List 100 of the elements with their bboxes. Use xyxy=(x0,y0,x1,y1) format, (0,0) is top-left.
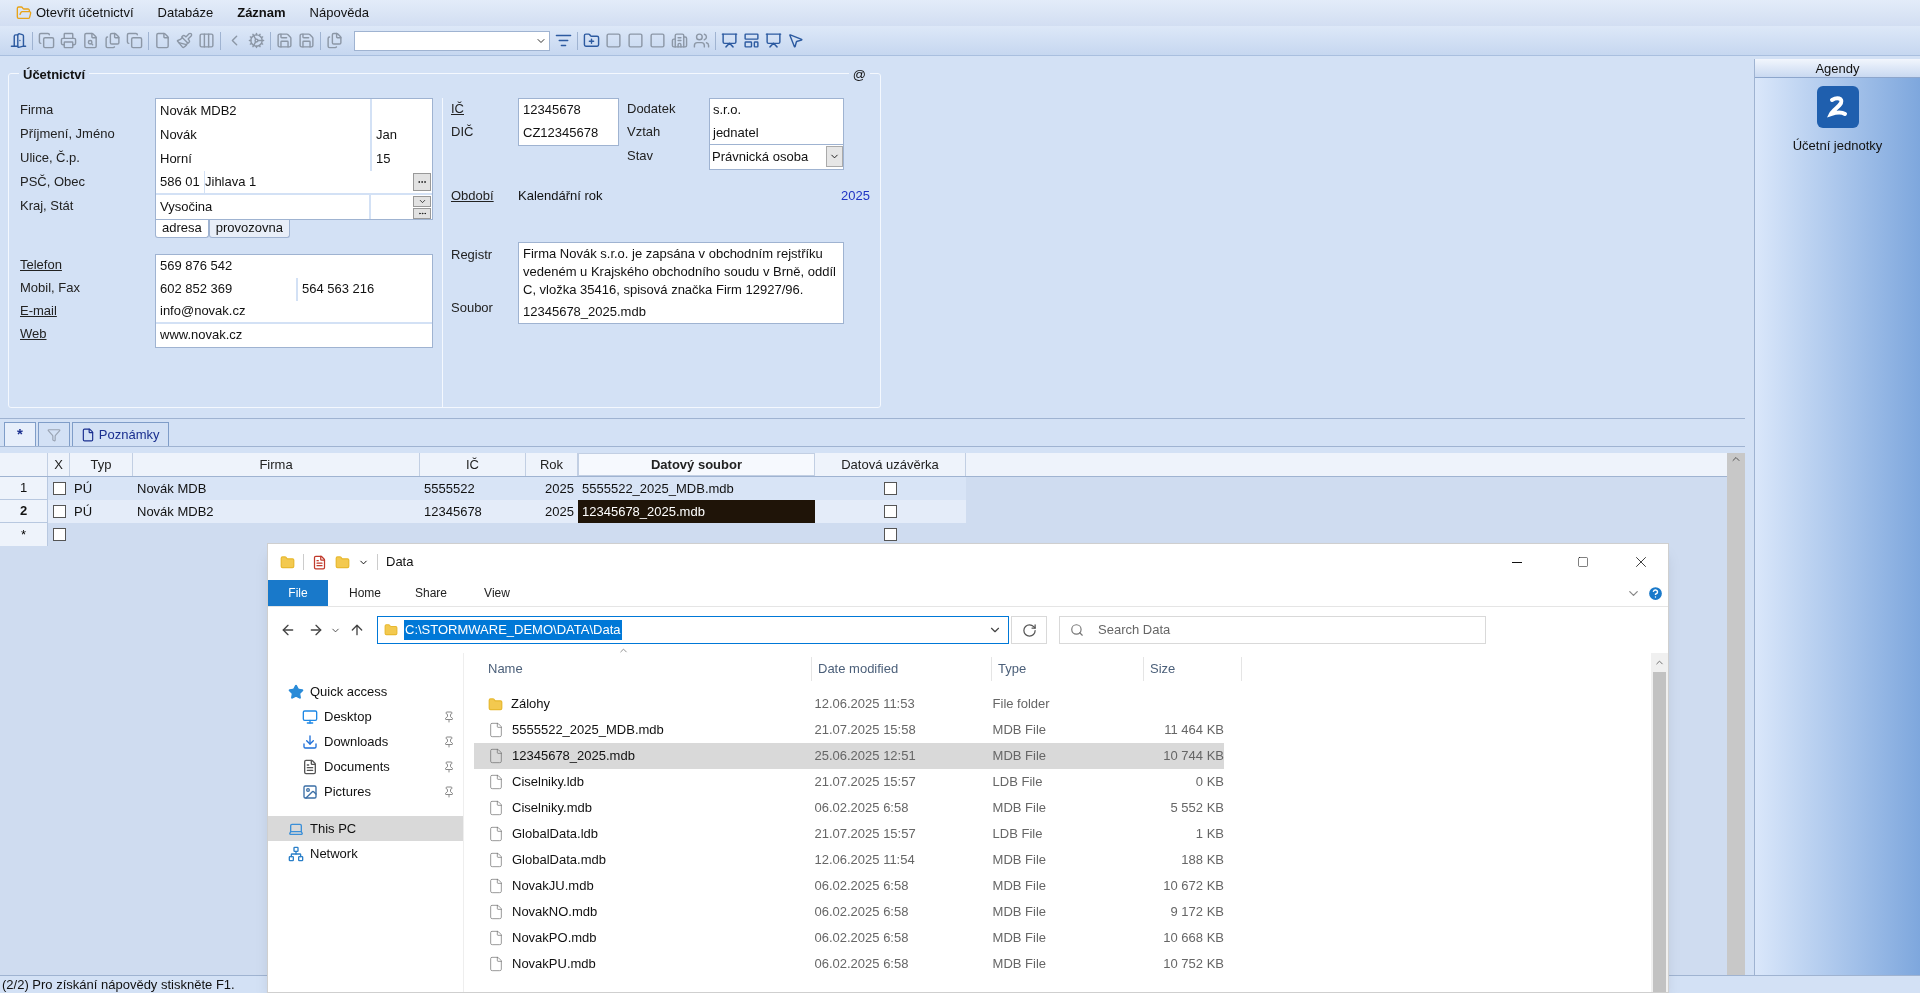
field-value[interactable]: jednatel xyxy=(710,121,843,144)
help-icon[interactable] xyxy=(1647,584,1664,602)
toolbar-icon[interactable] xyxy=(154,32,171,49)
field-value[interactable]: s.r.o. xyxy=(710,98,843,122)
toolbar-combobox[interactable] xyxy=(354,30,550,51)
toolbar-icon[interactable] xyxy=(276,32,293,49)
file-row[interactable]: NovakPO.mdb 06.02.2025 6:58 MDB File 10 668 KB xyxy=(474,925,1224,951)
nav-item[interactable]: Downloads xyxy=(268,729,463,754)
toolbar-icon[interactable] xyxy=(82,32,99,49)
back-icon[interactable] xyxy=(280,622,296,638)
file-row[interactable]: Zálohy 12.06.2025 11:53 File folder xyxy=(474,691,1224,717)
checkbox[interactable] xyxy=(52,482,66,495)
column-header[interactable]: X xyxy=(48,453,70,476)
pin-icon[interactable] xyxy=(443,735,455,748)
nav-item[interactable]: Documents xyxy=(268,754,463,779)
toolbar-icon[interactable] xyxy=(743,32,760,49)
column-header[interactable]: Firma xyxy=(133,453,420,476)
ribbon-tab[interactable]: File xyxy=(268,580,328,606)
toolbar-icon[interactable] xyxy=(38,32,55,49)
refresh-button[interactable] xyxy=(1011,616,1047,644)
field-value[interactable]: 12345678 xyxy=(519,98,618,122)
pin-icon[interactable] xyxy=(443,760,455,773)
field-value[interactable]: 15 xyxy=(370,146,432,171)
field-label[interactable]: Telefon xyxy=(20,255,62,275)
file-row[interactable]: 12345678_2025.mdb 25.06.2025 12:51 MDB File 10 744 KB xyxy=(474,743,1224,769)
nav-item[interactable]: Pictures xyxy=(268,779,463,804)
scrollbar[interactable] xyxy=(1727,453,1745,975)
field-label[interactable]: Web xyxy=(20,324,47,344)
column-header[interactable]: Datový soubor xyxy=(578,453,815,476)
menu-item[interactable]: Databáze xyxy=(157,3,214,23)
toolbar-icon[interactable] xyxy=(60,32,77,49)
search-field[interactable]: Search Data xyxy=(1059,616,1486,644)
checkbox[interactable] xyxy=(52,505,66,518)
dropdown-button[interactable] xyxy=(413,195,431,207)
checkbox[interactable] xyxy=(884,482,897,495)
pin-icon[interactable] xyxy=(443,710,455,723)
field-value[interactable]: 564 563 216 xyxy=(296,277,432,301)
agenda-item[interactable]: Účetní jednotky xyxy=(1755,78,1920,156)
toolbar-icon[interactable] xyxy=(765,32,782,49)
file-row[interactable]: NovakJU.mdb 06.02.2025 6:58 MDB File 10 672 KB xyxy=(474,873,1224,899)
table-row[interactable]: 2 PÚ Novák MDB2 12345678 2025 12345678_2025.mdb xyxy=(0,500,966,523)
toolbar-icon[interactable] xyxy=(104,32,121,49)
file-row[interactable]: GlobalData.ldb 21.07.2025 15:57 LDB File 1 KB xyxy=(474,821,1224,847)
scrollbar[interactable] xyxy=(1651,653,1668,992)
table-row[interactable]: 1 PÚ Novák MDB 5555522 2025 5555522_2025_MDB.mdb xyxy=(0,477,966,500)
notes-tab[interactable]: Poznámky xyxy=(71,422,169,446)
field-value[interactable]: Novák MDB2 xyxy=(156,98,370,123)
toolbar-icon[interactable] xyxy=(176,32,193,49)
field-value[interactable]: CZ12345678 xyxy=(519,121,618,145)
file-row[interactable]: 5555522_2025_MDB.mdb 21.07.2025 15:58 MDB File 11 464 KB xyxy=(474,717,1224,743)
file-row[interactable]: NovakNO.mdb 06.02.2025 6:58 MDB File 9 172 KB xyxy=(474,899,1224,925)
file-row[interactable]: NovakPU.mdb 06.02.2025 6:58 MDB File 10 752 KB xyxy=(474,951,1224,977)
column-header[interactable]: Typ xyxy=(70,453,133,476)
field-value[interactable]: www.novak.cz xyxy=(156,323,432,347)
toolbar-icon[interactable] xyxy=(10,32,27,49)
ribbon-tab[interactable]: View xyxy=(468,580,526,606)
up-icon[interactable] xyxy=(349,622,365,638)
field-value[interactable]: Novák xyxy=(156,122,370,147)
ribbon-tab[interactable]: Share xyxy=(402,580,460,606)
field-value[interactable]: Horní xyxy=(156,146,370,171)
column-header[interactable]: IČ xyxy=(420,453,526,476)
toolbar-icon[interactable] xyxy=(555,32,572,49)
nav-item[interactable]: Network xyxy=(268,841,463,866)
file-row[interactable]: Ciselniky.ldb 21.07.2025 15:57 LDB File 0 KB xyxy=(474,769,1224,795)
browse-button[interactable] xyxy=(413,207,431,219)
toolbar-icon[interactable] xyxy=(126,32,143,49)
nav-item[interactable]: Desktop xyxy=(268,704,463,729)
toolbar-icon[interactable] xyxy=(298,32,315,49)
field-label[interactable]: IČ xyxy=(451,99,464,119)
menu-item[interactable]: Záznam xyxy=(237,3,286,23)
file-row[interactable]: GlobalData.mdb 12.06.2025 11:54 MDB File 188 KB xyxy=(474,847,1224,873)
menu-item[interactable]: Nápověda xyxy=(309,3,369,23)
toolbar-icon[interactable] xyxy=(326,32,343,49)
column-header[interactable]: Size xyxy=(1144,657,1242,681)
checkbox[interactable] xyxy=(52,528,66,541)
browse-button[interactable] xyxy=(413,172,431,191)
toolbar-icon[interactable] xyxy=(693,32,710,49)
register-text[interactable]: Firma Novák s.r.o. je zapsána v obchodním rejstříku vedeném u Krajského obchodního soudu v Brně, oddíl C, vložka 35416, spisová značka Firm 12927/96. xyxy=(523,244,839,299)
nav-item[interactable]: Quick access xyxy=(268,679,463,704)
column-header[interactable]: Date modified xyxy=(812,657,992,681)
nav-item[interactable]: This PC xyxy=(268,816,463,841)
menu-item[interactable]: Otevřít účetnictví xyxy=(16,3,134,23)
field-value[interactable]: 569 876 542 xyxy=(156,254,432,278)
column-header[interactable]: Datová uzávěrka xyxy=(815,453,966,476)
field-label[interactable]: Období xyxy=(451,185,518,206)
file-value[interactable]: 12345678_2025.mdb xyxy=(523,302,839,321)
toolbar-icon[interactable] xyxy=(721,32,738,49)
checkbox[interactable] xyxy=(884,505,897,518)
toolbar-icon[interactable] xyxy=(787,32,804,49)
field-value[interactable]: Jan xyxy=(370,122,432,147)
field-value[interactable]: Vysočina xyxy=(156,194,369,219)
field-value[interactable]: 602 852 369 xyxy=(156,277,296,301)
field-label[interactable]: E-mail xyxy=(20,301,57,321)
toolbar-icon[interactable] xyxy=(248,32,265,49)
status-select[interactable]: Právnická osoba xyxy=(709,144,844,170)
file-row[interactable]: Ciselniky.mdb 06.02.2025 6:58 MDB File 5 552 KB xyxy=(474,795,1224,821)
new-record-tab[interactable]: * xyxy=(4,422,36,446)
checkbox[interactable] xyxy=(884,528,897,541)
column-header[interactable]: Type xyxy=(992,657,1144,681)
field-value[interactable]: info@novak.cz xyxy=(156,300,432,322)
